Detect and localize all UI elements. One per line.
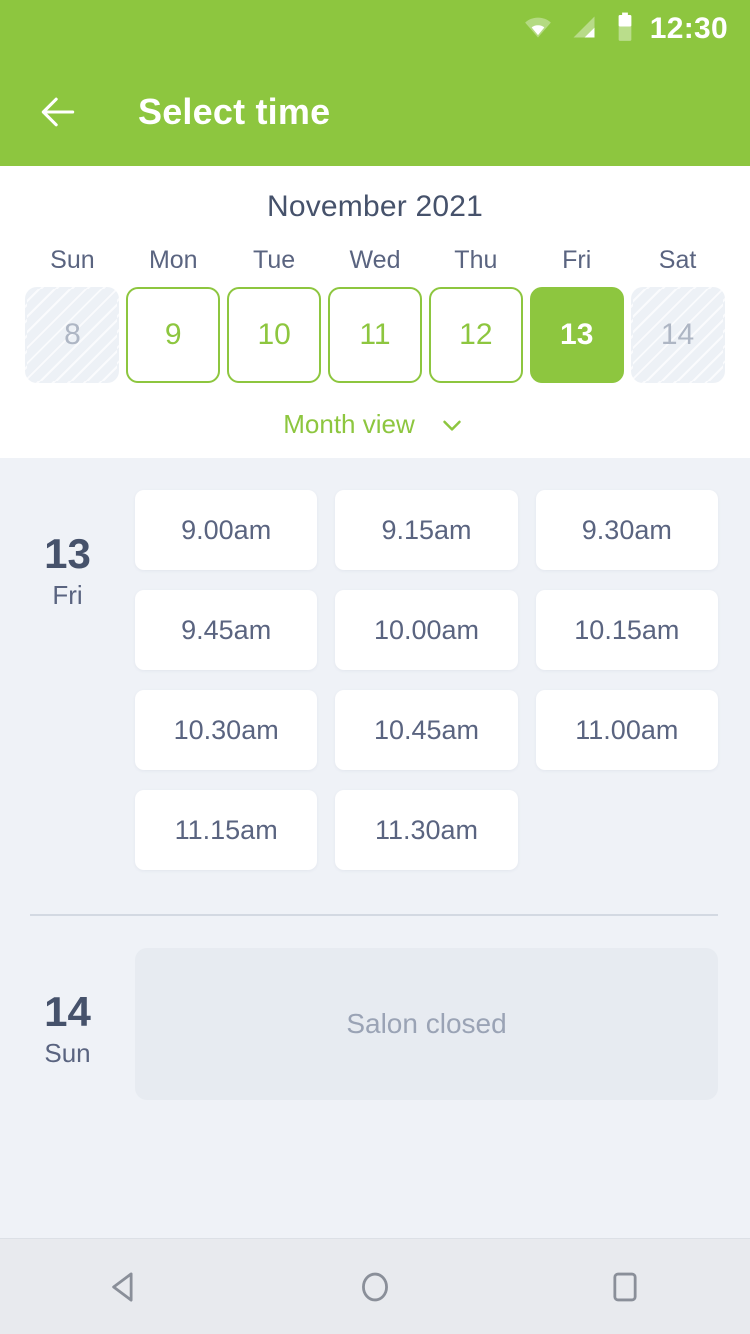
calendar-day-14: 14 — [630, 287, 725, 383]
back-button[interactable] — [30, 84, 86, 140]
day-cell-wrap: 9 — [123, 287, 224, 383]
app-bar: Select time — [0, 58, 750, 166]
nav-recents-square-icon — [613, 1272, 637, 1301]
arrow-left-icon — [41, 97, 75, 127]
calendar-day-9[interactable]: 9 — [126, 287, 221, 383]
nav-recents-button[interactable] — [577, 1239, 673, 1334]
nav-home-circle-icon — [362, 1272, 388, 1301]
time-slot[interactable]: 11.15am — [135, 790, 318, 870]
month-view-label: Month view — [283, 409, 415, 439]
time-slot[interactable]: 11.30am — [335, 790, 518, 870]
nav-back-triangle-icon — [112, 1271, 133, 1302]
calendar-day-8: 8 — [25, 287, 120, 383]
weekday-label: Sat — [658, 246, 697, 274]
schedule-day-14: 14 Sun Salon closed — [0, 916, 750, 1100]
day-cell-wrap: 8 — [22, 287, 123, 383]
day-cell-wrap: 12 — [425, 287, 526, 383]
schedule-day-weekday: Fri — [52, 580, 83, 611]
schedule-day-number: 14 — [44, 988, 91, 1035]
calendar-day-13[interactable]: 13 — [529, 287, 624, 383]
schedule-day-weekday: Sun — [44, 1038, 91, 1069]
nav-home-button[interactable] — [327, 1239, 423, 1334]
android-nav-bar — [0, 1238, 750, 1334]
weekday-label: Wed — [349, 246, 401, 274]
day-cell-wrap: 14 — [627, 287, 728, 383]
time-slot-grid: 9.00am 9.15am 9.30am 9.45am 10.00am 10.1… — [135, 490, 718, 870]
time-slot[interactable]: 10.00am — [335, 590, 518, 670]
time-slot[interactable]: 9.15am — [335, 490, 518, 570]
time-slot[interactable]: 11.00am — [535, 690, 718, 770]
schedule-day-label: 14 Sun — [0, 948, 135, 1100]
status-clock: 12:30 — [649, 12, 728, 45]
weekday-label: Thu — [454, 246, 498, 274]
weekday-label: Sun — [50, 246, 95, 274]
day-cell-wrap: 11 — [325, 287, 426, 383]
battery-icon — [616, 12, 634, 47]
weekday-label: Mon — [148, 246, 198, 274]
weekday-label: Fri — [562, 246, 592, 274]
time-slot[interactable]: 9.45am — [135, 590, 318, 670]
time-slot[interactable]: 9.30am — [535, 490, 718, 570]
signal-icon — [570, 13, 598, 46]
calendar-day-11[interactable]: 11 — [327, 287, 422, 383]
time-slot[interactable]: 9.00am — [135, 490, 318, 570]
calendar-weekday-row: Sun Mon Tue Wed Thu Fri Sat — [0, 246, 750, 287]
time-slot[interactable]: 10.15am — [535, 590, 718, 670]
time-slot[interactable]: 10.45am — [335, 690, 518, 770]
day-cell-wrap: 10 — [224, 287, 325, 383]
status-bar: 12:30 — [0, 0, 750, 58]
calendar-month-title: November 2021 — [266, 190, 484, 223]
status-icon-group — [524, 12, 634, 47]
calendar-day-12[interactable]: 12 — [428, 287, 523, 383]
salon-closed-card: Salon closed — [135, 948, 718, 1100]
schedule-day-number: 13 — [44, 530, 91, 577]
calendar-panel: November 2021 Sun Mon Tue Wed Thu Fri Sa… — [0, 166, 750, 458]
page-title: Select time — [138, 91, 331, 132]
calendar-day-10[interactable]: 10 — [227, 287, 322, 383]
calendar-week-strip: 8 9 10 11 12 13 14 — [0, 287, 750, 383]
screen-select-time: 12:30 Select time November 2021 Sun Mon … — [0, 0, 750, 1334]
day-cell-wrap: 13 — [526, 287, 627, 383]
weekday-label: Tue — [253, 246, 296, 274]
schedule-day-13: 13 Fri 9.00am 9.15am 9.30am 9.45am 10.00… — [0, 458, 750, 870]
schedule-day-label: 13 Fri — [0, 490, 135, 870]
nav-back-button[interactable] — [77, 1239, 173, 1334]
chevron-down-icon — [443, 420, 461, 431]
month-view-toggle[interactable]: Month view — [0, 383, 750, 440]
schedule-list[interactable]: 13 Fri 9.00am 9.15am 9.30am 9.45am 10.00… — [0, 458, 750, 1238]
wifi-icon — [524, 13, 552, 46]
time-slot[interactable]: 10.30am — [135, 690, 318, 770]
